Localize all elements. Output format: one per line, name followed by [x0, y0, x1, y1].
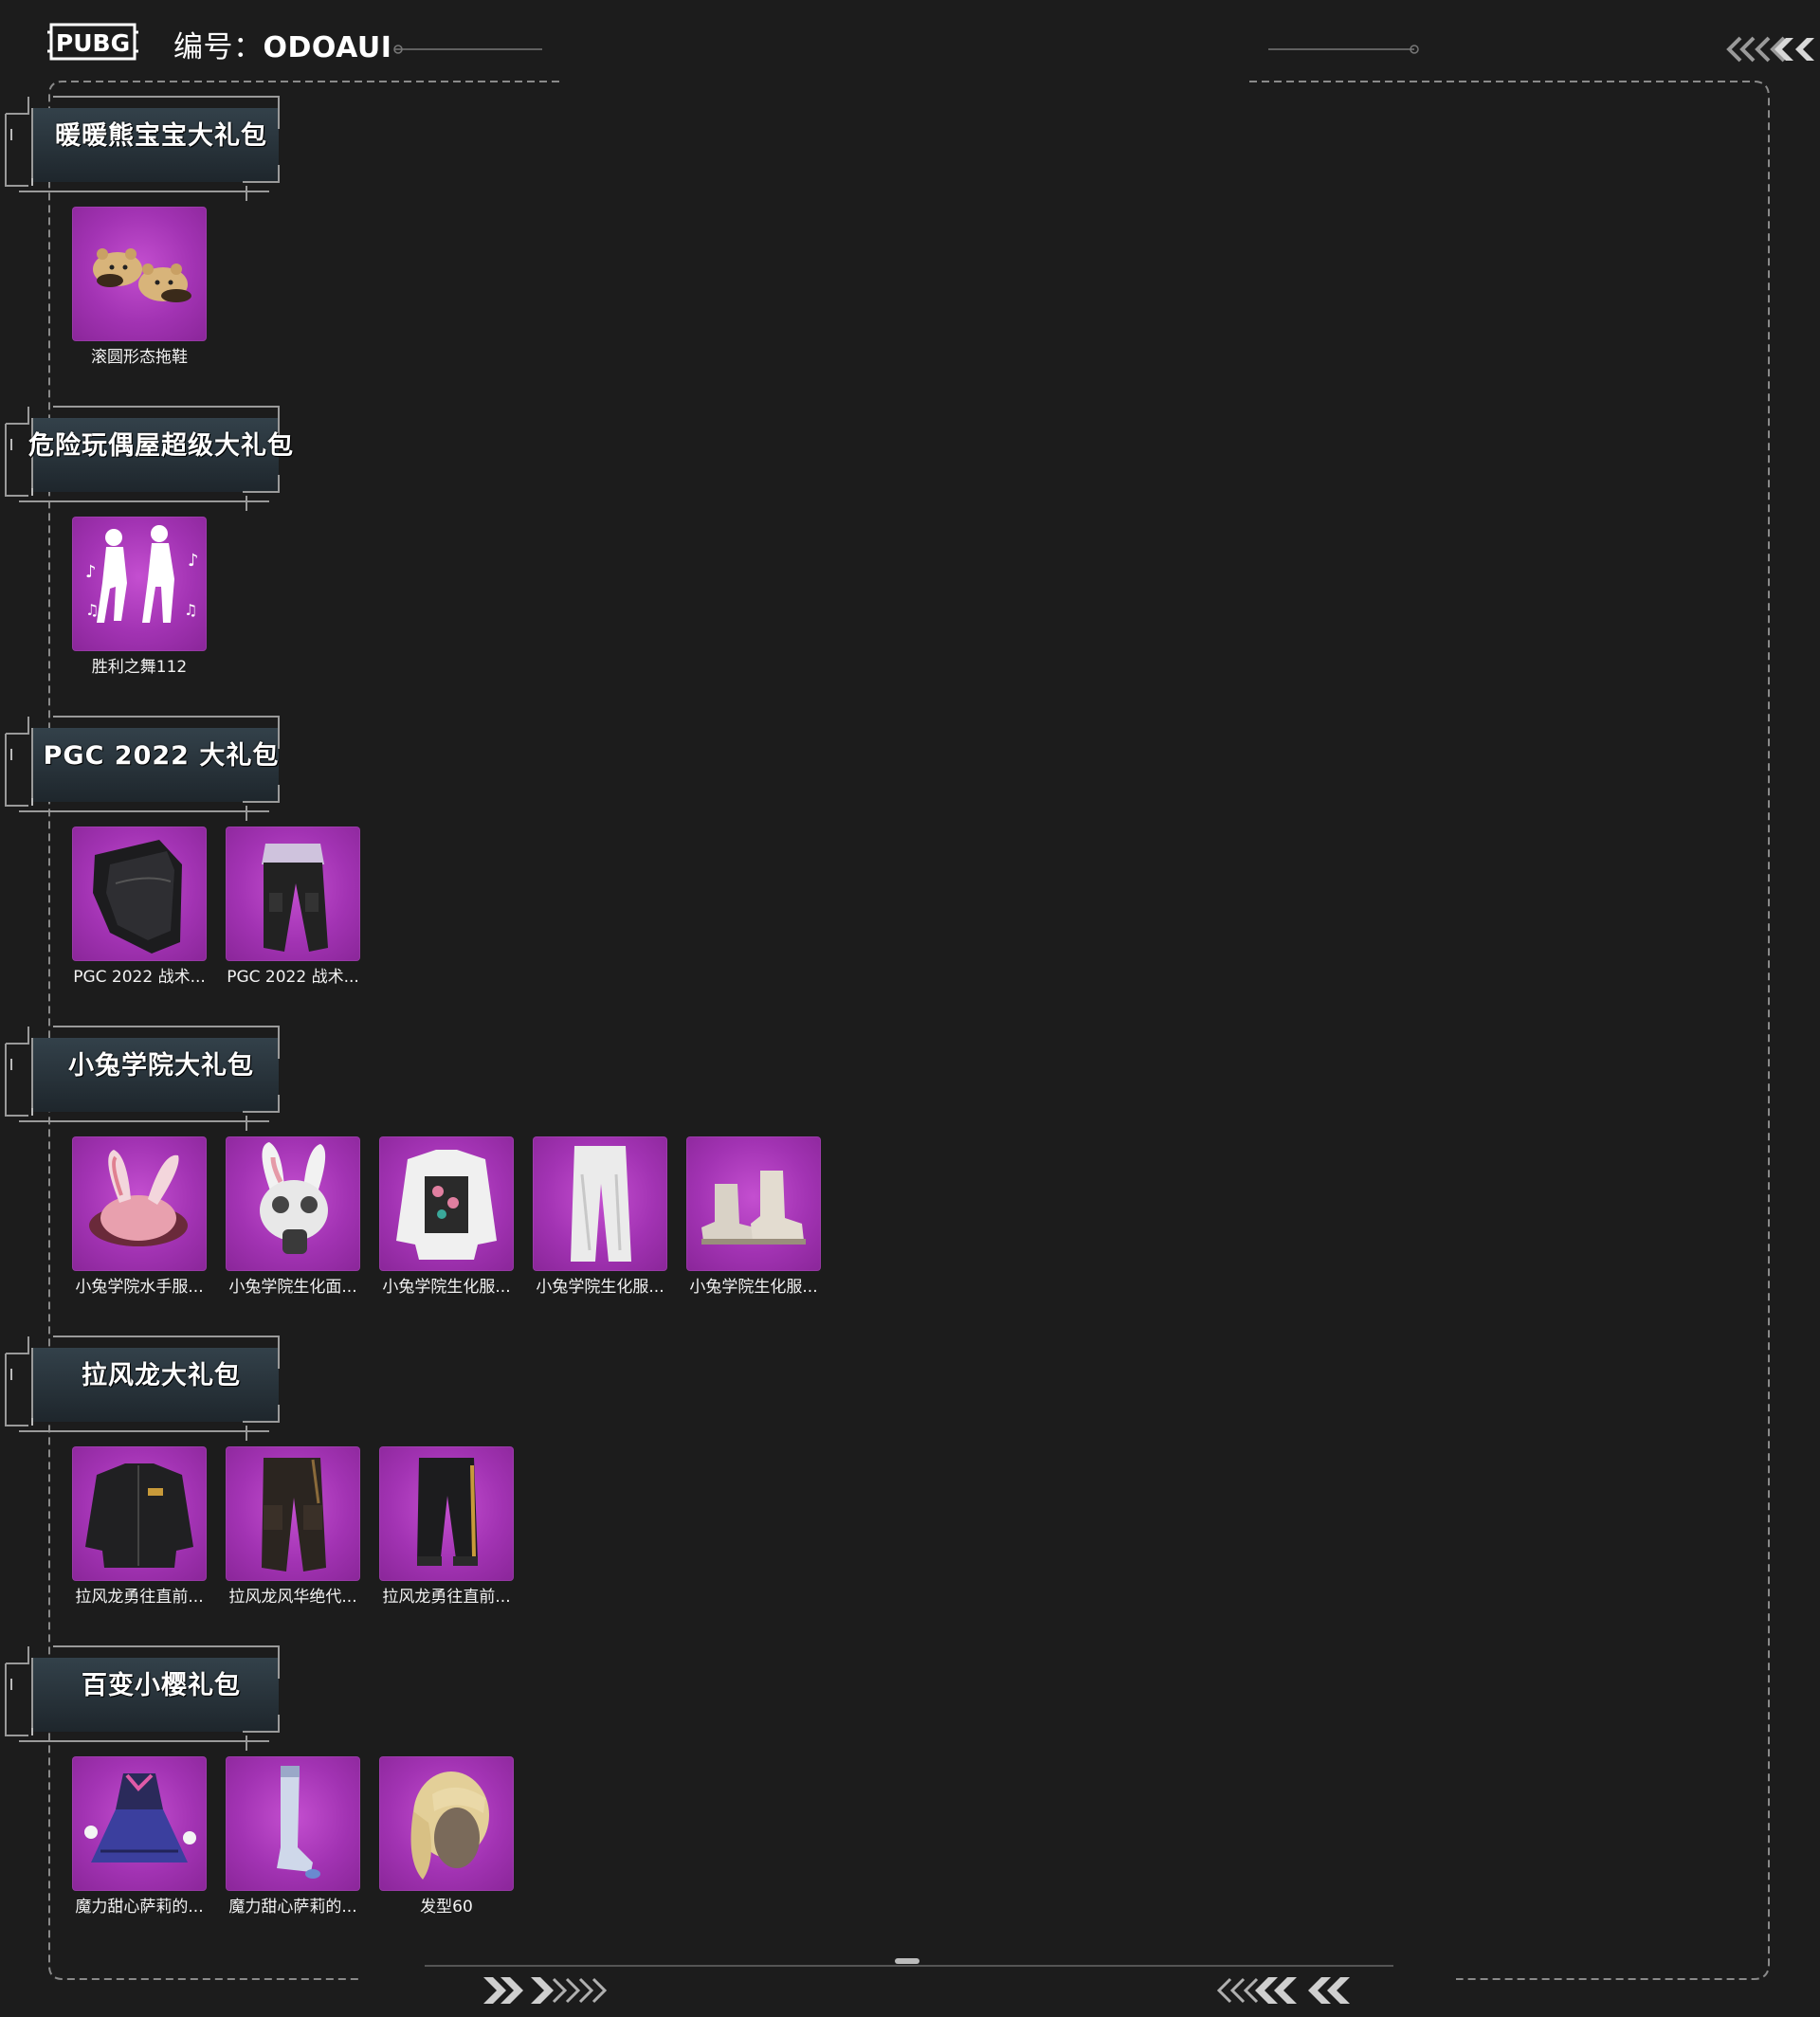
item-card[interactable]: 小兔学院水手服... [72, 1136, 207, 1307]
pack-items: 滚圆形态拖鞋 [72, 207, 207, 377]
item-card[interactable]: 魔力甜心萨莉的... [226, 1756, 360, 1927]
item-name: 拉风龙风华绝代... [228, 1588, 357, 1607]
pack-header: 百变小樱礼包 [0, 1641, 284, 1751]
svg-text:♫: ♫ [85, 601, 99, 619]
item-name: 滚圆形态拖鞋 [91, 348, 188, 367]
pack-title: 百变小樱礼包 [82, 1671, 241, 1700]
item-name: 魔力甜心萨莉的... [75, 1898, 204, 1917]
blonde-hair-icon [379, 1756, 514, 1891]
item-card[interactable]: 滚圆形态拖鞋 [72, 207, 207, 377]
pack-items: ♪ ♪ ♫ ♫ 胜利之舞112 [72, 517, 207, 687]
item-card[interactable]: ♪ ♪ ♫ ♫ 胜利之舞112 [72, 517, 207, 687]
dragon-cargo-pants-icon [226, 1446, 360, 1581]
pubg-logo: PUBG [47, 23, 138, 61]
pack-items: 魔力甜心萨莉的... 魔力甜心萨莉的... 发型60 [72, 1756, 514, 1927]
svg-text:♫: ♫ [184, 601, 197, 619]
code-prefix: 编号： [173, 30, 264, 64]
white-pants-icon [533, 1136, 667, 1271]
sakura-stockings-icon [226, 1756, 360, 1891]
item-name: 发型60 [420, 1898, 473, 1917]
dragon-jacket-icon [72, 1446, 207, 1581]
pack-title: PGC 2022 大礼包 [43, 741, 280, 771]
item-name: 魔力甜心萨莉的... [228, 1898, 357, 1917]
item-card[interactable]: 发型60 [379, 1756, 514, 1927]
item-card[interactable]: 小兔学院生化服... [686, 1136, 821, 1307]
item-card[interactable]: 拉风龙勇往直前... [379, 1446, 514, 1617]
svg-text:♪: ♪ [188, 551, 199, 571]
pack-header: 危险玩偶屋超级大礼包 [0, 401, 293, 511]
item-name: 小兔学院生化服... [382, 1278, 511, 1297]
pack-section: PGC 2022 大礼包 PGC 2022 战术... PGC 2022 战术.… [0, 711, 948, 1021]
pack-title: 暖暖熊宝宝大礼包 [55, 121, 267, 151]
item-name: 拉风龙勇往直前... [382, 1588, 511, 1607]
bunny-hat-icon [72, 1136, 207, 1271]
item-card[interactable]: 小兔学院生化面... [226, 1136, 360, 1307]
pack-items: 拉风龙勇往直前... 拉风龙风华绝代... 拉风龙勇往直前... [72, 1446, 514, 1617]
pack-header: PGC 2022 大礼包 [0, 711, 284, 821]
page-root: PUBG 编号：ODOAUI 暖暖熊宝宝大礼包 滚圆形态拖鞋 危险玩偶屋超级大礼… [0, 0, 1820, 2017]
item-name: 小兔学院水手服... [75, 1278, 204, 1297]
pack-title: 小兔学院大礼包 [68, 1051, 254, 1081]
item-card[interactable]: PGC 2022 战术... [226, 827, 360, 997]
pack-header: 暖暖熊宝宝大礼包 [0, 91, 284, 201]
bunny-gasmask-icon [226, 1136, 360, 1271]
account-code: 编号：ODOAUI [173, 25, 391, 71]
pack-title: 危险玩偶屋超级大礼包 [28, 431, 294, 461]
pack-header: 小兔学院大礼包 [0, 1021, 284, 1131]
pack-section: 小兔学院大礼包 小兔学院水手服... 小兔学院生化面... 小兔学院生化服...… [0, 1021, 948, 1331]
pack-section: 百变小樱礼包 魔力甜心萨莉的... 魔力甜心萨莉的... 发型60 [0, 1641, 948, 1951]
white-boots-icon [686, 1136, 821, 1271]
svg-text:PUBG: PUBG [56, 29, 130, 57]
pack-title: 拉风龙大礼包 [82, 1361, 241, 1390]
pack-items: PGC 2022 战术... PGC 2022 战术... [72, 827, 360, 997]
svg-text:♪: ♪ [85, 562, 97, 582]
item-card[interactable]: 魔力甜心萨莉的... [72, 1756, 207, 1927]
item-name: PGC 2022 战术... [227, 968, 359, 987]
pack-section: 拉风龙大礼包 拉风龙勇往直前... 拉风龙风华绝代... 拉风龙勇往直前... [0, 1331, 948, 1641]
item-card[interactable]: 拉风龙风华绝代... [226, 1446, 360, 1617]
item-card[interactable]: 小兔学院生化服... [533, 1136, 667, 1307]
bunny-jacket-icon [379, 1136, 514, 1271]
tactical-mask-icon [72, 827, 207, 961]
pack-header: 拉风龙大礼包 [0, 1331, 284, 1441]
dance-emote-icon: ♪ ♪ ♫ ♫ [72, 517, 207, 651]
item-name: 拉风龙勇往直前... [75, 1588, 204, 1607]
item-name: 小兔学院生化服... [536, 1278, 664, 1297]
tactical-pants-icon [226, 827, 360, 961]
code-value: ODOAUI [263, 31, 392, 64]
pack-items: 小兔学院水手服... 小兔学院生化面... 小兔学院生化服... 小兔学院生化服… [72, 1136, 821, 1307]
pack-section: 暖暖熊宝宝大礼包 滚圆形态拖鞋 [0, 91, 948, 401]
item-name: PGC 2022 战术... [73, 968, 206, 987]
sakura-dress-icon [72, 1756, 207, 1891]
item-name: 胜利之舞112 [91, 658, 188, 677]
item-card[interactable]: 小兔学院生化服... [379, 1136, 514, 1307]
item-card[interactable]: 拉风龙勇往直前... [72, 1446, 207, 1617]
pack-section: 危险玩偶屋超级大礼包 ♪ ♪ ♫ ♫ 胜利之舞112 [0, 401, 948, 711]
dragon-track-pants-icon [379, 1446, 514, 1581]
bear-slippers-icon [72, 207, 207, 341]
item-card[interactable]: PGC 2022 战术... [72, 827, 207, 997]
item-name: 小兔学院生化面... [228, 1278, 357, 1297]
item-name: 小兔学院生化服... [689, 1278, 818, 1297]
